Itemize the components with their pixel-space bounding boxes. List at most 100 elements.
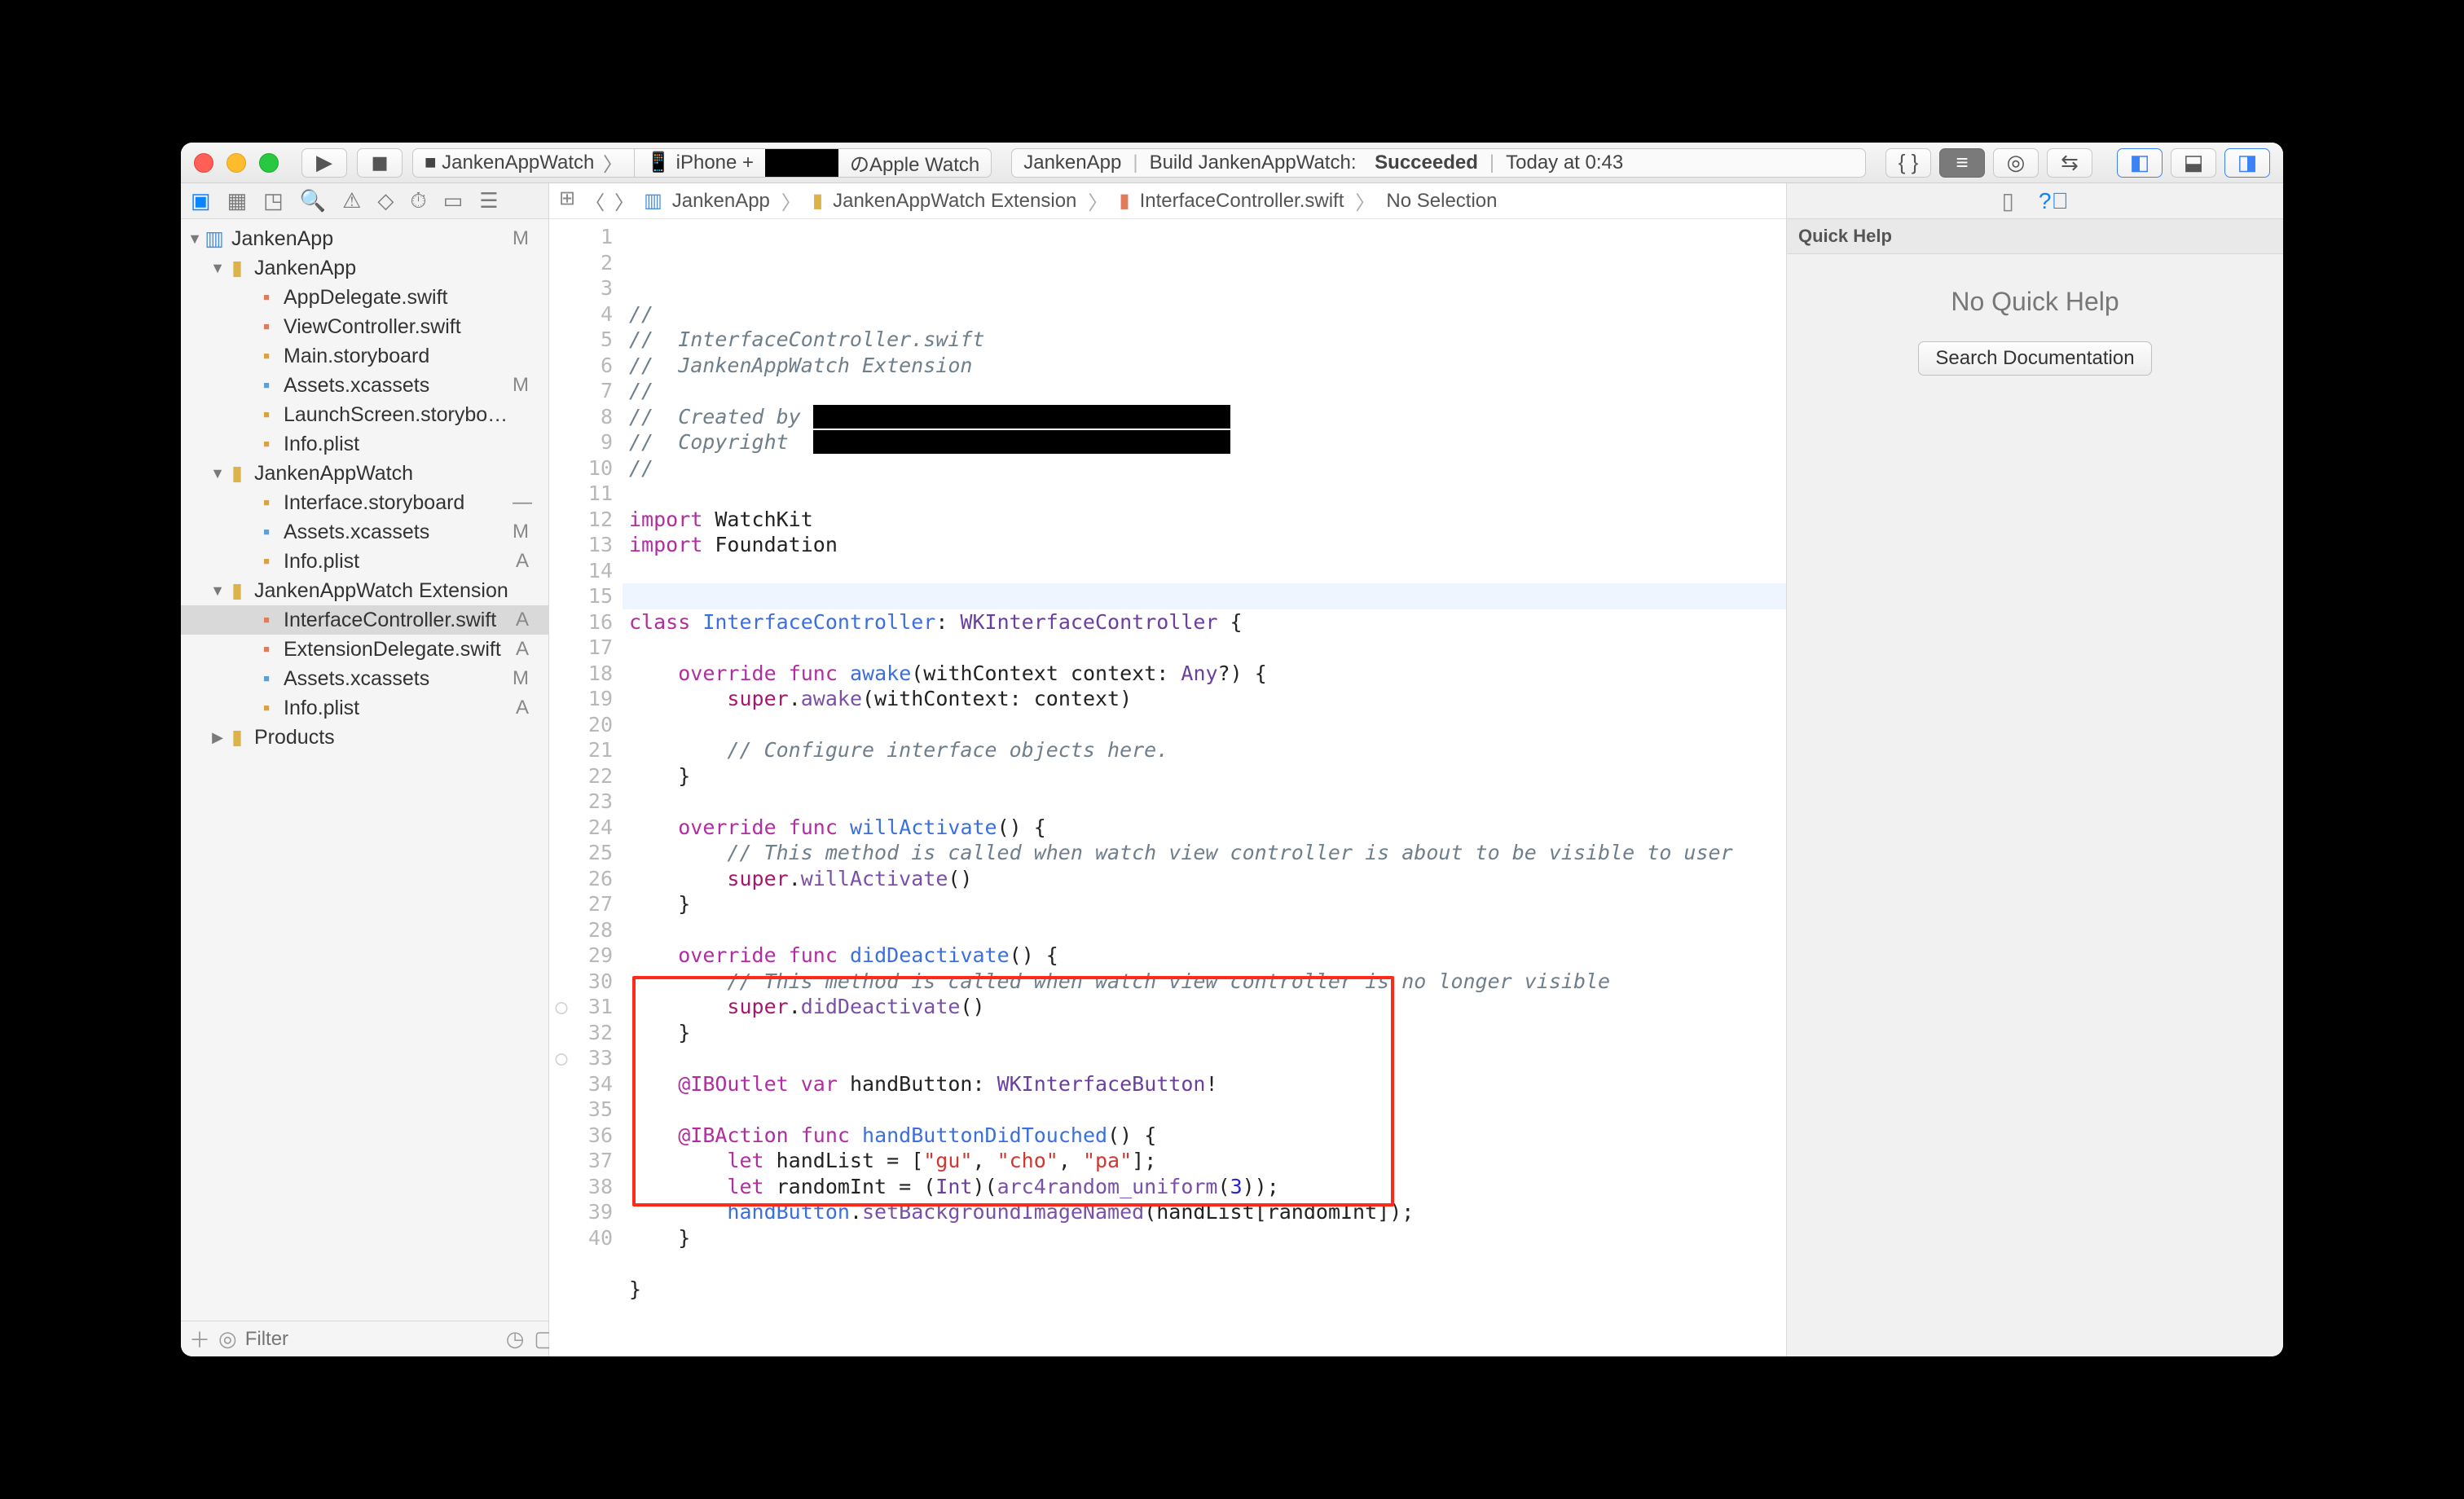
minimize-button[interactable] (227, 153, 246, 173)
scheme-selector[interactable]: ■ JankenAppWatch 〉 📱 iPhone + のApple Wat… (412, 148, 992, 178)
project-navigator-tab[interactable]: ▣ (191, 188, 211, 213)
find-navigator-tab[interactable]: 🔍 (300, 188, 326, 213)
tree-row[interactable]: ▪ViewController.swift (181, 312, 548, 341)
code-content[interactable]: //// InterfaceController.swift// JankenA… (623, 219, 1786, 1356)
assistant-editor-button[interactable]: ◎ (1993, 148, 2039, 178)
tree-row[interactable]: ▪Assets.xcassetsM (181, 664, 548, 693)
tree-row[interactable]: ▶▮Products (181, 723, 548, 752)
code-line[interactable]: @IBAction func handButtonDidTouched() { (629, 1123, 1786, 1149)
code-line[interactable] (629, 1097, 1786, 1123)
symbol-navigator-tab[interactable]: ◳ (263, 188, 284, 213)
code-line[interactable]: // (629, 378, 1786, 404)
code-editor[interactable]: ○○ 1234567891011121314151617181920212223… (549, 219, 1786, 1356)
code-line[interactable]: override func willActivate() { (629, 815, 1786, 841)
tree-row[interactable]: ▪Info.plistA (181, 693, 548, 723)
search-documentation-button[interactable]: Search Documentation (1918, 341, 2151, 376)
jump-file[interactable]: InterfaceController.swift (1140, 190, 1344, 213)
issue-navigator-tab[interactable]: ⚠ (342, 188, 361, 213)
code-line[interactable] (629, 1251, 1786, 1277)
code-line[interactable] (629, 917, 1786, 943)
tree-row[interactable]: ▪Info.plistA (181, 547, 548, 576)
filter-input[interactable] (245, 1328, 498, 1351)
disclosure-icon[interactable]: ▼ (210, 582, 225, 600)
disclosure-icon[interactable]: ▼ (210, 260, 225, 277)
code-line[interactable]: // JankenAppWatch Extension (629, 353, 1786, 379)
code-review-button[interactable]: { } (1885, 148, 1931, 178)
code-line[interactable]: } (629, 1277, 1786, 1303)
tree-row[interactable]: ▼▮JankenApp (181, 253, 548, 283)
source-control-tab[interactable]: ▦ (227, 188, 248, 213)
code-line[interactable]: // InterfaceController.swift (629, 327, 1786, 353)
code-line[interactable]: } (629, 891, 1786, 917)
recent-icon[interactable]: ◷ (506, 1326, 525, 1352)
forward-button[interactable]: 〉 (614, 187, 634, 215)
code-line[interactable]: class InterfaceController: WKInterfaceCo… (629, 609, 1786, 635)
filter-scope-icon[interactable]: ◎ (218, 1326, 237, 1352)
disclosure-icon[interactable]: ▼ (210, 465, 225, 482)
code-line[interactable] (629, 635, 1786, 661)
project-tree[interactable]: ▼▥JankenAppM▼▮JankenApp▪AppDelegate.swif… (181, 219, 548, 1321)
jump-group[interactable]: JankenAppWatch Extension (833, 190, 1076, 213)
toggle-debug-button[interactable]: ⬓ (2171, 148, 2216, 178)
code-line[interactable] (629, 1045, 1786, 1071)
code-line[interactable]: // (629, 455, 1786, 481)
code-line[interactable]: super.didDeactivate() (629, 994, 1786, 1020)
code-line[interactable]: // Configure interface objects here. (629, 737, 1786, 763)
version-editor-button[interactable]: ⇆ (2047, 148, 2092, 178)
code-line[interactable] (629, 1302, 1786, 1328)
tree-row[interactable]: ▪LaunchScreen.storyboard (181, 400, 548, 429)
code-line[interactable]: } (629, 763, 1786, 789)
debug-navigator-tab[interactable]: ⏱ (410, 188, 426, 214)
code-line[interactable]: // This method is called when watch view… (629, 969, 1786, 995)
tree-row[interactable]: ▼▮JankenAppWatch Extension (181, 576, 548, 605)
tree-row[interactable]: ▪Assets.xcassetsM (181, 371, 548, 400)
disclosure-icon[interactable]: ▼ (187, 231, 202, 248)
code-line[interactable]: // This method is called when watch view… (629, 840, 1786, 866)
code-line[interactable]: handButton.setBackgroundImageNamed(handL… (629, 1199, 1786, 1225)
code-line[interactable]: } (629, 1020, 1786, 1046)
add-icon[interactable]: ＋ (189, 1324, 210, 1354)
code-line[interactable] (629, 481, 1786, 507)
code-line[interactable]: let randomInt = (Int)(arc4random_uniform… (629, 1174, 1786, 1200)
tree-row[interactable]: ▪Assets.xcassetsM (181, 517, 548, 547)
toggle-inspector-button[interactable]: ◨ (2224, 148, 2270, 178)
code-line[interactable]: // Copyright (629, 429, 1786, 455)
tree-row[interactable]: ▼▮JankenAppWatch (181, 459, 548, 488)
breakpoint-navigator-tab[interactable]: ▭ (443, 188, 464, 213)
tree-row[interactable]: ▪InterfaceController.swiftA (181, 605, 548, 635)
standard-editor-button[interactable]: ≡ (1939, 148, 1985, 178)
code-line[interactable]: import WatchKit (629, 507, 1786, 533)
toggle-navigator-button[interactable]: ◧ (2117, 148, 2163, 178)
file-inspector-tab[interactable]: ▯ (2002, 187, 2014, 214)
code-line[interactable]: super.willActivate() (629, 866, 1786, 892)
tree-row[interactable]: ▪AppDelegate.swift (181, 283, 548, 312)
tree-row[interactable]: ▪Interface.storyboard— (181, 488, 548, 517)
stop-button[interactable]: ◼ (357, 148, 403, 178)
disclosure-icon[interactable]: ▶ (210, 729, 225, 746)
code-line[interactable]: // (629, 301, 1786, 327)
code-line[interactable] (629, 789, 1786, 815)
code-line[interactable]: @IBOutlet var handButton: WKInterfaceBut… (629, 1071, 1786, 1097)
report-navigator-tab[interactable]: ☰ (479, 188, 498, 213)
code-line[interactable]: import Foundation (629, 532, 1786, 558)
code-line[interactable]: override func didDeactivate() { (629, 943, 1786, 969)
code-line[interactable] (629, 712, 1786, 738)
code-line[interactable]: let handList = ["gu", "cho", "pa"]; (629, 1148, 1786, 1174)
tree-row[interactable]: ▪Main.storyboard (181, 341, 548, 371)
code-line[interactable] (629, 558, 1786, 584)
breakpoint-gutter[interactable]: ○○ (549, 219, 574, 1356)
code-line[interactable]: // Created by (629, 404, 1786, 430)
tree-row[interactable]: ▼▥JankenAppM (181, 224, 548, 253)
tree-row[interactable]: ▪ExtensionDelegate.swiftA (181, 635, 548, 664)
run-button[interactable]: ▶ (301, 148, 347, 178)
tree-row[interactable]: ▪Info.plist (181, 429, 548, 459)
related-items-icon[interactable]: ⊞ (559, 187, 575, 215)
quick-help-tab[interactable]: ?⃝ (2039, 188, 2069, 214)
code-line[interactable]: super.awake(withContext: context) (629, 686, 1786, 712)
close-button[interactable] (194, 153, 213, 173)
jump-bar[interactable]: ⊞ 〈 〉 ▥ JankenApp 〉 ▮ JankenAppWatch Ext… (549, 183, 1786, 219)
code-line[interactable]: override func awake(withContext context:… (629, 661, 1786, 687)
zoom-button[interactable] (259, 153, 279, 173)
jump-selection[interactable]: No Selection (1386, 190, 1497, 213)
back-button[interactable]: 〈 (585, 187, 605, 215)
